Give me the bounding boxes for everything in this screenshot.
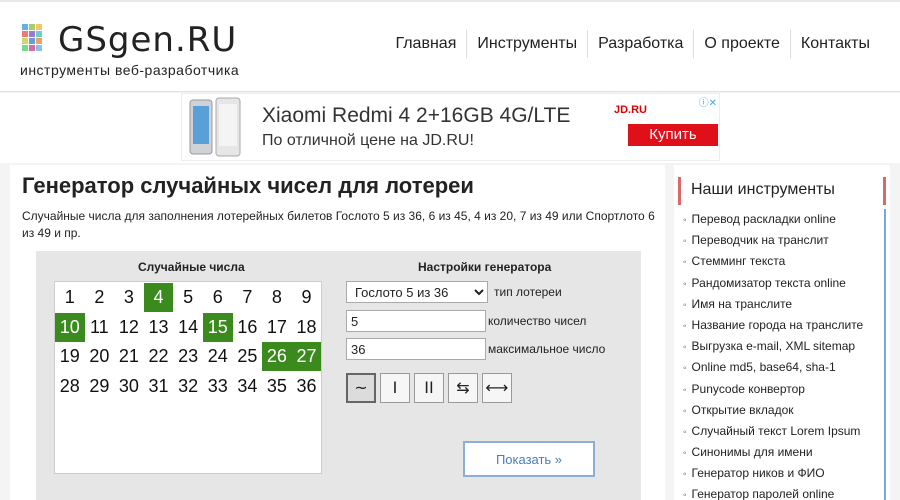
show-button[interactable]: Показать » xyxy=(463,441,595,477)
number-cell: 8 xyxy=(262,283,292,312)
sidebar-tool-link[interactable]: Рандомизатор текста online xyxy=(678,273,884,294)
sidebar: Наши инструменты Перевод раскладки onlin… xyxy=(674,165,890,500)
display-mode-buttons: ~ I II ⇆ ⟷ xyxy=(346,373,512,403)
mode-swap-arrows-button[interactable]: ⇆ xyxy=(448,373,478,403)
ad-buy-button[interactable]: Купить xyxy=(628,124,718,146)
sidebar-tool-link[interactable]: Переводчик на транслит xyxy=(678,230,884,251)
page-title: Генератор случайных чисел для лотереи xyxy=(22,173,474,198)
sidebar-tool-link[interactable]: Стемминг текста xyxy=(678,251,884,272)
number-cell: 32 xyxy=(173,371,203,401)
selected-number-cell: 10 xyxy=(55,312,85,342)
number-cell: 22 xyxy=(143,342,174,371)
number-cell: 36 xyxy=(291,371,322,401)
mode-expand-arrows-button[interactable]: ⟷ xyxy=(482,373,512,403)
selected-number-cell: 15 xyxy=(203,312,233,342)
number-cell: 9 xyxy=(291,283,322,312)
sidebar-tool-link[interactable]: Online md5, base64, sha-1 xyxy=(678,357,884,378)
nav-link-tools[interactable]: Инструменты xyxy=(466,30,587,58)
number-cell: 35 xyxy=(262,371,292,401)
number-cell: 11 xyxy=(84,312,115,342)
number-cell: 21 xyxy=(114,342,144,371)
number-cell: 34 xyxy=(232,371,263,401)
site-header: GSgen.RU инструменты веб-разработчика Гл… xyxy=(0,0,900,92)
number-cell: 33 xyxy=(203,371,233,401)
page-description: Случайные числа для заполнения лотерейны… xyxy=(22,209,655,240)
mode-single-bar-button[interactable]: I xyxy=(380,373,410,403)
count-row: количество чисел xyxy=(346,310,636,332)
number-cell: 18 xyxy=(291,312,322,342)
number-cell: 2 xyxy=(84,283,115,312)
selected-number-cell: 27 xyxy=(291,342,322,371)
settings-panel-title: Настройки генератора xyxy=(418,260,552,274)
main-nav: Главная Инструменты Разработка О проекте… xyxy=(385,30,880,58)
sidebar-title: Наши инструменты xyxy=(691,181,835,198)
number-cell: 16 xyxy=(232,312,263,342)
selected-number-cell: 26 xyxy=(262,342,292,371)
number-cell: 19 xyxy=(55,342,85,371)
number-cell: 12 xyxy=(114,312,144,342)
ad-banner[interactable]: Xiaomi Redmi 4 2+16GB 4G/LTE По отличной… xyxy=(181,93,720,161)
logo-tagline: инструменты веб-разработчика xyxy=(20,62,240,78)
number-cell: 28 xyxy=(55,371,85,401)
number-cell: 24 xyxy=(203,342,233,371)
selected-number-cell: 4 xyxy=(143,283,174,312)
ad-brand-logo: JD.RU xyxy=(614,104,648,116)
number-cell: 13 xyxy=(143,312,174,342)
number-cell: 3 xyxy=(114,283,144,312)
nav-link-contacts[interactable]: Контакты xyxy=(789,30,880,58)
ad-subtitle: По отличной цене на JD.RU! xyxy=(262,132,474,149)
sidebar-tool-link[interactable]: Генератор паролей online xyxy=(678,484,884,500)
ad-choices-icon[interactable]: ⓘ✕ xyxy=(699,94,717,109)
nav-link-development[interactable]: Разработка xyxy=(587,30,693,58)
number-cell: 30 xyxy=(114,371,144,401)
nav-link-about[interactable]: О проекте xyxy=(693,30,789,58)
number-cell: 1 xyxy=(55,283,85,312)
sidebar-tool-link[interactable]: Перевод раскладки online xyxy=(678,209,884,230)
generator-tool: Случайные числа Настройки генератора 123… xyxy=(36,251,641,500)
sidebar-tools-list: Перевод раскладки onlineПереводчик на тр… xyxy=(678,209,886,500)
sidebar-tool-link[interactable]: Имя на транслите xyxy=(678,294,884,315)
ad-title: Xiaomi Redmi 4 2+16GB 4G/LTE xyxy=(262,104,571,127)
main-content: Генератор случайных чисел для лотереи Сл… xyxy=(10,165,665,500)
number-cell: 17 xyxy=(262,312,292,342)
logo-mosaic-icon xyxy=(20,22,60,56)
sidebar-tool-link[interactable]: Выгрузка e-mail, XML sitemap xyxy=(678,336,884,357)
lottery-type-select[interactable]: Гослото 5 из 36 xyxy=(346,281,488,303)
number-cell: 5 xyxy=(173,283,203,312)
sidebar-tool-link[interactable]: Открытие вкладок xyxy=(678,400,884,421)
lottery-type-label: тип лотереи xyxy=(494,285,562,299)
sidebar-header: Наши инструменты xyxy=(678,177,886,205)
mode-tilde-button[interactable]: ~ xyxy=(346,373,376,403)
logo-text: GSgen.RU xyxy=(58,20,238,60)
sidebar-tool-link[interactable]: Генератор ников и ФИО xyxy=(678,463,884,484)
max-number-label: максимальное число xyxy=(488,342,606,356)
ad-band: Xiaomi Redmi 4 2+16GB 4G/LTE По отличной… xyxy=(0,93,900,163)
numbers-grid: 1 2 3 4 5 6 7 8 9 10 11 12 13 14 15 16 17 18 19 20 21 22 23 24 2… xyxy=(54,281,322,474)
lottery-type-row: Гослото 5 из 36 тип лотереи xyxy=(346,281,636,303)
number-cell: 20 xyxy=(84,342,115,371)
sidebar-tool-link[interactable]: Синонимы для имени xyxy=(678,442,884,463)
number-cell: 6 xyxy=(203,283,233,312)
number-cell: 25 xyxy=(232,342,263,371)
number-cell: 29 xyxy=(84,371,115,401)
site-logo[interactable]: GSgen.RU инструменты веб-разработчика xyxy=(20,18,280,82)
max-number-input[interactable] xyxy=(346,338,486,360)
max-row: максимальное число xyxy=(346,338,636,360)
sidebar-tool-link[interactable]: Случайный текст Lorem Ipsum xyxy=(678,421,884,442)
sidebar-tool-link[interactable]: Название города на транслите xyxy=(678,315,884,336)
number-cell: 31 xyxy=(143,371,174,401)
number-cell: 7 xyxy=(232,283,263,312)
numbers-panel-title: Случайные числа xyxy=(138,260,245,274)
count-label: количество чисел xyxy=(488,314,587,328)
phone-image xyxy=(189,97,241,157)
sidebar-tool-link[interactable]: Punycode конвертор xyxy=(678,379,884,400)
count-input[interactable] xyxy=(346,310,486,332)
number-cell: 23 xyxy=(173,342,203,371)
mode-double-bar-button[interactable]: II xyxy=(414,373,444,403)
number-cell: 14 xyxy=(173,312,203,342)
nav-link-home[interactable]: Главная xyxy=(385,30,466,58)
